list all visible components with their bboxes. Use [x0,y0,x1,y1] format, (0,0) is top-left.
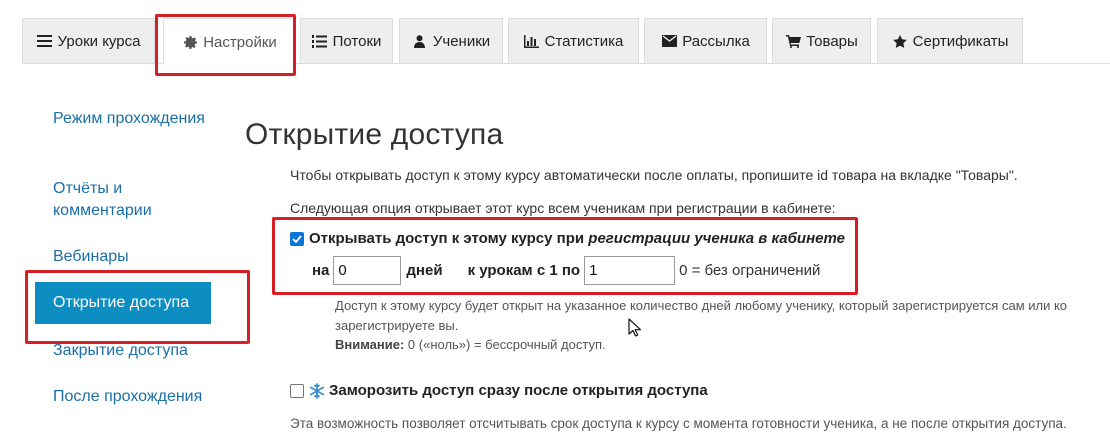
star-icon [892,34,908,48]
user-icon [412,34,428,48]
freeze-option: Заморозить доступ сразу после открытия д… [290,382,708,399]
help-text-line2: зарегистрируете вы. [335,318,459,333]
lessons-input[interactable] [584,256,676,285]
lessons-label: к урокам с 1 по [467,262,581,279]
tab-streams[interactable]: Потоки [300,18,393,63]
mouse-cursor-icon [628,318,642,343]
snowflake-icon [309,382,325,399]
tab-students[interactable]: Ученики [399,18,503,63]
help-text-line1: Доступ к этому курсу будет открыт на ука… [335,298,1068,313]
sidebar-item-close-access[interactable]: Закрытие доступа [35,340,211,362]
sidebar-item-pass-mode[interactable]: Режим прохождения [35,108,211,130]
days-label: дней [406,262,443,279]
numbered-list-icon [312,34,328,48]
option-intro-text: Следующая опция открывает этот курс всем… [290,200,836,216]
tab-label: Статистика [544,32,624,50]
label-italic: регистрации ученика в кабинете [588,230,845,247]
tab-mailing[interactable]: Рассылка [644,18,767,63]
tab-lessons[interactable]: Уроки курса [22,18,155,63]
list-icon [37,34,53,48]
sidebar-item-open-access[interactable]: Открытие доступа [35,282,211,324]
open-on-registration-checkbox[interactable] [290,231,304,246]
tab-products[interactable]: Товары [772,18,871,63]
sidebar-item-after-completion[interactable]: После прохождения [35,386,211,408]
tab-statistics[interactable]: Статистика [508,18,639,63]
days-settings-row: на дней к урокам с 1 по 0 = без ограниче… [312,256,820,285]
envelope-icon [661,34,677,48]
warning-label: Внимание: [335,337,405,352]
days-input[interactable] [333,256,402,285]
lessons-hint: 0 = без ограничений [679,262,821,279]
tab-label: Уроки курса [57,32,141,50]
tab-label: Сертификаты [912,32,1009,50]
tab-settings[interactable]: Настройки [163,18,296,65]
open-on-registration-label: Открывать доступ к этому курсу при регис… [309,230,845,247]
bar-chart-icon [524,34,540,48]
cart-icon [785,34,801,48]
tab-label: Потоки [332,32,382,50]
tab-label: Рассылка [682,32,750,50]
freeze-checkbox[interactable] [290,383,304,398]
warning-value: 0 («ноль») = бессрочный доступ. [404,337,606,352]
tab-bar: Уроки курса Настройки Потоки Ученики Ста… [22,18,1110,65]
page-title: Открытие доступа [245,118,504,151]
tab-label: Ученики [432,32,491,50]
freeze-label: Заморозить доступ сразу после открытия д… [329,382,708,399]
tab-label: Настройки [203,33,277,51]
tab-label: Товары [806,32,858,50]
freeze-description: Эта возможность позволяет отсчитывать ср… [290,416,1067,431]
checkmark-icon [292,234,302,243]
sidebar-item-webinars[interactable]: Вебинары [35,246,211,268]
warning-text: Внимание: 0 («ноль») = бессрочный доступ… [335,337,606,352]
sidebar-item-reports[interactable]: Отчёты и комментарии [35,178,211,222]
label-prefix: Открывать доступ к этому курсу при [309,230,589,247]
open-on-registration-option: Открывать доступ к этому курсу при регис… [290,230,845,247]
for-label: на [312,262,330,279]
intro-text: Чтобы открывать доступ к этому курсу авт… [290,167,1018,183]
gear-icon [182,35,198,49]
tab-certificates[interactable]: Сертификаты [877,18,1023,63]
